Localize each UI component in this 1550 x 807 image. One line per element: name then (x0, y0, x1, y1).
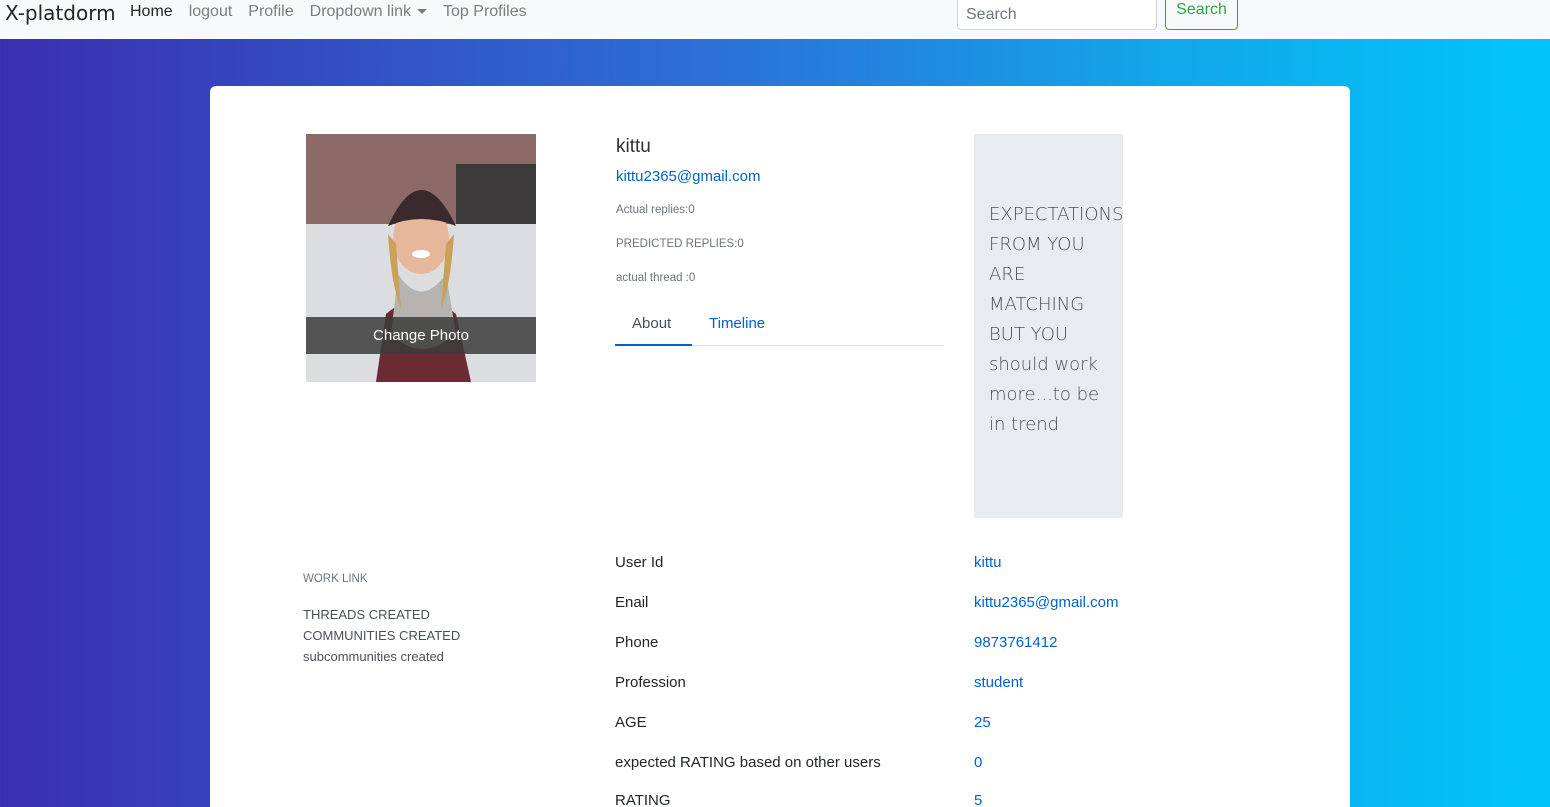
profile-name: kittu (616, 136, 651, 157)
phone-label: Phone (615, 634, 659, 651)
threads-created-link[interactable]: THREADS CREATED (303, 607, 430, 622)
tab-about[interactable]: About (632, 315, 671, 332)
work-link: WORK LINK (303, 573, 368, 585)
expectation-text: EXPECTATIONS FROM YOU ARE MATCHING BUT Y… (989, 204, 1124, 435)
tab-timeline[interactable]: Timeline (709, 315, 765, 332)
caret-down-icon (417, 9, 428, 15)
rating-label: RATING (615, 792, 671, 807)
age-label: AGE (615, 714, 647, 731)
rating-value: 5 (974, 792, 983, 807)
expectation-box: EXPECTATIONS FROM YOU ARE MATCHING BUT Y… (974, 134, 1123, 518)
profile-email[interactable]: kittu2365@gmail.com (616, 168, 760, 185)
profile-card: Change Photo kittu kittu2365@gmail.com A… (210, 86, 1350, 807)
nav-link-home[interactable]: Home (130, 3, 173, 21)
predicted-replies: PREDICTED REPLIES:0 (616, 238, 744, 250)
profession-label: Profession (615, 674, 686, 691)
profile-tabs: About Timeline (615, 306, 944, 346)
profession-value: student (974, 674, 1024, 691)
profile-photo: Change Photo (306, 134, 536, 382)
nav-link-profile[interactable]: Profile (248, 3, 293, 21)
nav-links: Home logout Profile Dropdown link Top Pr… (130, 3, 543, 21)
email-label: Enail (615, 594, 649, 611)
communities-created-link[interactable]: COMMUNITIES CREATED (303, 628, 460, 643)
tab-active-indicator (615, 344, 692, 346)
actual-replies: Actual replies:0 (616, 204, 695, 216)
user-id-label: User Id (615, 554, 664, 571)
actual-thread: actual thread :0 (616, 272, 696, 284)
navbar: X-platdorm Home logout Profile Dropdown … (0, 0, 1550, 39)
phone-value: 9873761412 (974, 634, 1058, 651)
user-id-value: kittu (974, 554, 1002, 571)
expected-rating-label: expected RATING based on other users (615, 754, 881, 771)
search-button[interactable]: Search (1165, 0, 1238, 30)
nav-link-logout[interactable]: logout (189, 3, 233, 21)
subcommunities-created-link[interactable]: subcommunities created (303, 649, 444, 664)
nav-link-top-profiles[interactable]: Top Profiles (443, 3, 527, 21)
email-value: kittu2365@gmail.com (974, 594, 1119, 611)
age-value: 25 (974, 714, 991, 731)
change-photo-button[interactable]: Change Photo (306, 317, 536, 354)
brand-logo[interactable]: X-platdorm (5, 1, 116, 25)
search-input[interactable] (957, 0, 1157, 30)
nav-dropdown-link[interactable]: Dropdown link (309, 3, 428, 21)
expected-rating-value: 0 (974, 754, 983, 771)
dropdown-link-label: Dropdown link (309, 3, 412, 20)
